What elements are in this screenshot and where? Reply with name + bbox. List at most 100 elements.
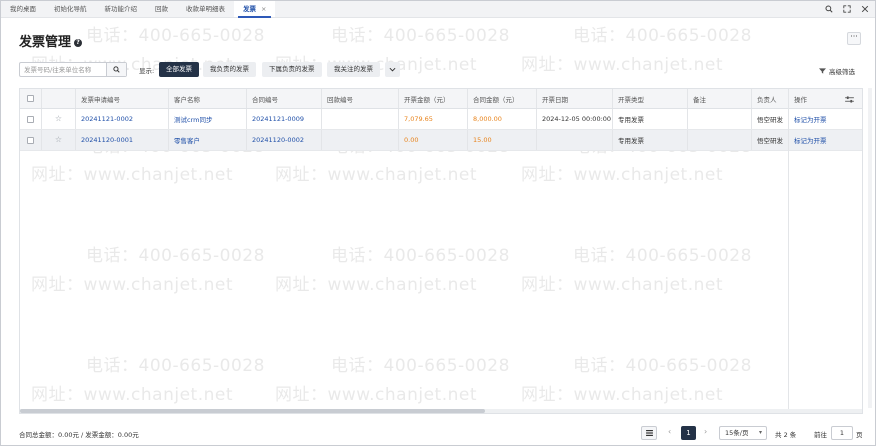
- tab-label: 收款单明细表: [186, 5, 225, 13]
- cell-customer[interactable]: 零售客户: [169, 130, 247, 150]
- cell-invoice-date: 2024-12-05 00:00:00: [537, 109, 613, 129]
- sliders-icon: [844, 95, 854, 103]
- mark-invoiced-link[interactable]: 标记为开票: [789, 130, 837, 150]
- col-customer[interactable]: 客户名称: [169, 89, 247, 108]
- cell-payment-no: [322, 130, 399, 150]
- tab-close-icon[interactable]: ×: [261, 5, 266, 13]
- filter-dropdown[interactable]: [385, 62, 400, 77]
- col-invoice-amount[interactable]: 开票金额（元）: [399, 89, 468, 108]
- page-size-value: 15条/页: [725, 429, 749, 437]
- filter-icon: [819, 68, 826, 74]
- tab-bar: 我的桌面 初始化导航 新功能介绍 回款 收款单明细表 发票 ×: [1, 1, 875, 18]
- action-column-divider: [788, 89, 789, 413]
- col-apply-no[interactable]: 发票申请编号: [76, 89, 169, 108]
- goto-page-input[interactable]: 1: [831, 426, 853, 440]
- goto-label: 前往: [814, 431, 827, 439]
- scrollbar-thumb[interactable]: [20, 409, 485, 413]
- row-checkbox[interactable]: [27, 136, 34, 144]
- cell-payment-no: [322, 109, 399, 129]
- restore-icon[interactable]: [842, 4, 851, 15]
- cell-invoice-type: 专用发票: [613, 109, 688, 129]
- tab-label: 新功能介绍: [104, 5, 138, 13]
- chevron-down-icon: [389, 67, 396, 72]
- advanced-filter-label: 高级筛选: [829, 68, 855, 76]
- select-all-cell: [20, 89, 42, 108]
- mark-invoiced-link[interactable]: 标记为开票: [789, 109, 837, 129]
- cell-contract-amount: 15.00: [468, 130, 537, 150]
- vertical-scrollbar[interactable]: [868, 88, 872, 408]
- tab-receipt-detail[interactable]: 收款单明细表: [177, 1, 234, 17]
- col-payment-no[interactable]: 回款编号: [322, 89, 399, 108]
- row-star-cell: ☆: [42, 109, 76, 129]
- cell-contract-amount: 8,000.00: [468, 109, 537, 129]
- cell-contract-no[interactable]: 20241120-0002: [247, 130, 322, 150]
- row-star-cell: ☆: [42, 130, 76, 150]
- cell-owner: 悟空研发: [752, 109, 789, 129]
- cell-contract-no[interactable]: 20241121-0009: [247, 109, 322, 129]
- row-select-cell: [20, 130, 42, 150]
- col-invoice-date[interactable]: 开票日期: [537, 89, 613, 108]
- search-icon[interactable]: [824, 4, 833, 15]
- col-action: 操作: [794, 95, 807, 104]
- search-input[interactable]: [20, 63, 106, 76]
- page-number-current[interactable]: 1: [681, 426, 696, 440]
- tab-label: 初始化导航: [54, 5, 87, 13]
- star-icon[interactable]: ☆: [55, 115, 62, 123]
- watermark-phone: 电话：400-665-0028: [86, 26, 265, 46]
- prev-page-icon[interactable]: ‹: [668, 427, 671, 436]
- tab-init-nav[interactable]: 初始化导航: [45, 1, 96, 17]
- amount-totals: 合同总金额：0.00元 / 发票金额：0.00元: [19, 431, 139, 439]
- advanced-filter[interactable]: 高级筛选: [819, 66, 855, 76]
- column-settings-button[interactable]: [836, 89, 862, 109]
- list-icon: [645, 430, 653, 436]
- watermark-phone: 电话：400-665-0028: [331, 26, 510, 46]
- filter-all-invoices[interactable]: 全部发票: [159, 62, 199, 77]
- col-note[interactable]: 备注: [688, 89, 752, 108]
- search-icon: [113, 66, 120, 73]
- search-button[interactable]: [106, 63, 126, 76]
- select-all-checkbox[interactable]: [27, 95, 34, 102]
- cell-invoice-type: 专用发票: [613, 130, 688, 150]
- search-box: [19, 62, 127, 77]
- cell-invoice-amount: 0.00: [399, 130, 468, 150]
- table-header: 发票申请编号 客户名称 合同编号 回款编号 开票金额（元） 合同金额（元） 开票…: [20, 89, 862, 109]
- help-icon[interactable]: ?: [74, 39, 83, 47]
- cell-invoice-amount: 7,079.65: [399, 109, 468, 129]
- tab-new-features[interactable]: 新功能介绍: [96, 1, 147, 17]
- page-size-select[interactable]: 15条/页 ▾: [719, 426, 767, 440]
- filter-followed-invoices[interactable]: 我关注的发票: [327, 62, 380, 77]
- cell-apply-no[interactable]: 20241121-0002: [76, 109, 169, 129]
- close-icon[interactable]: [860, 5, 869, 15]
- chevron-down-icon: ▾: [758, 429, 762, 436]
- table-row[interactable]: ☆ 20241120-0001 零售客户 20241120-0002 0.00 …: [20, 130, 862, 151]
- col-contract-no[interactable]: 合同编号: [247, 89, 322, 108]
- tab-label: 发票: [243, 5, 256, 13]
- col-contract-amount[interactable]: 合同金额（元）: [468, 89, 537, 108]
- filter-my-invoices[interactable]: 我负责的发票: [203, 62, 256, 77]
- row-select-cell: [20, 109, 42, 129]
- horizontal-scrollbar[interactable]: [20, 409, 862, 413]
- col-invoice-type[interactable]: 开票类型: [613, 89, 688, 108]
- row-checkbox[interactable]: [27, 115, 34, 123]
- page-title: 发票管理?: [19, 31, 83, 50]
- star-icon[interactable]: ☆: [55, 136, 62, 144]
- show-label: 显示:: [139, 67, 155, 75]
- tab-my-desktop[interactable]: 我的桌面: [1, 1, 45, 17]
- col-owner[interactable]: 负责人: [752, 89, 789, 108]
- cell-owner: 悟空研发: [752, 130, 789, 150]
- star-header: [42, 89, 76, 108]
- tab-payment[interactable]: 回款: [146, 1, 177, 17]
- watermark-site: 网址：www.chanjet.net: [521, 55, 724, 75]
- cell-customer[interactable]: 测试crm同步: [169, 109, 247, 129]
- list-view-button[interactable]: [641, 426, 657, 440]
- tab-invoice[interactable]: 发票 ×: [234, 1, 276, 18]
- total-count: 共 2 条: [775, 431, 797, 439]
- cell-apply-no[interactable]: 20241120-0001: [76, 130, 169, 150]
- table-row[interactable]: ☆ 20241121-0002 测试crm同步 20241121-0009 7,…: [20, 109, 862, 130]
- filter-subordinate-invoices[interactable]: 下属负责的发票: [262, 62, 322, 77]
- page-unit-label: 页: [856, 431, 863, 439]
- more-button[interactable]: ···: [847, 32, 861, 45]
- window-tools: [824, 1, 869, 18]
- next-page-icon[interactable]: ›: [704, 427, 707, 436]
- cell-note: [688, 109, 752, 129]
